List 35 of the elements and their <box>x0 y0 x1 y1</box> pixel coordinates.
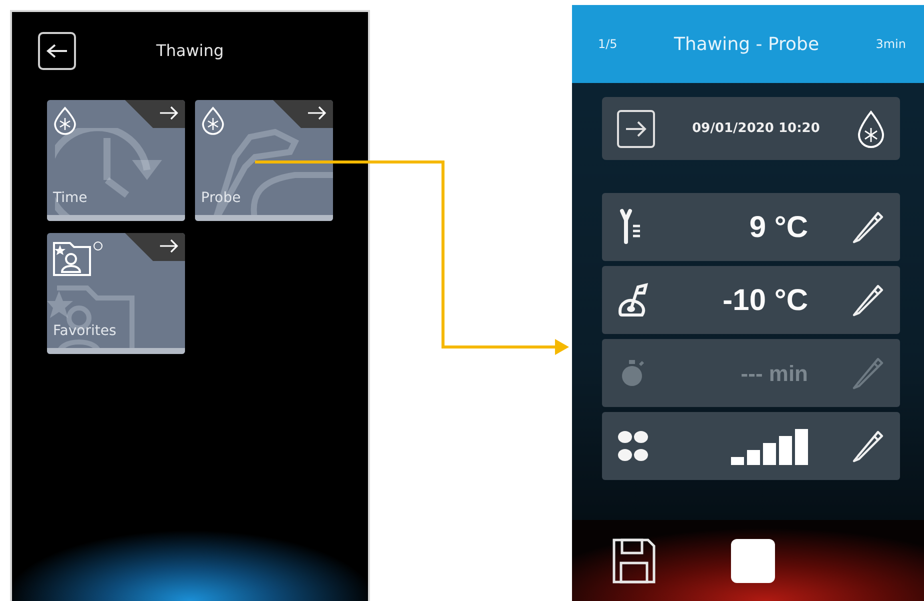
menu-tile[interactable]: Time <box>47 100 185 221</box>
back-button[interactable] <box>38 32 76 70</box>
start-delay-button[interactable] <box>616 108 656 148</box>
pencil-icon <box>850 355 886 391</box>
arrow-right-icon <box>307 106 327 120</box>
duration-text: 3min <box>876 36 906 53</box>
edit-button[interactable] <box>850 282 886 318</box>
program-title: Thawing - Probe <box>674 32 820 56</box>
menu-tile[interactable]: Favorites <box>47 233 185 354</box>
folder-person-icon <box>52 239 104 277</box>
arrow-right-icon <box>159 106 179 120</box>
setting-value: -10 °C <box>722 282 809 318</box>
pencil-icon <box>850 282 886 318</box>
setting-value: 9 °C <box>748 210 809 246</box>
stop-button[interactable] <box>731 538 775 582</box>
start-time-text: 09/01/2020 10:20 <box>691 120 821 138</box>
probe-in-food-icon <box>616 281 650 319</box>
snowflake-drop-icon <box>856 108 886 148</box>
back-arrow-icon <box>46 43 68 59</box>
menu-tile[interactable]: Probe <box>195 100 333 221</box>
tile-corner <box>273 100 333 128</box>
snowflake-drop-icon <box>52 106 78 136</box>
tile-corner <box>125 233 185 261</box>
arrow-right-icon <box>616 108 656 148</box>
edit-button[interactable] <box>850 209 886 245</box>
pencil-icon <box>850 209 886 245</box>
edit-button[interactable] <box>850 428 886 464</box>
screen-title: Thawing <box>155 40 225 62</box>
pencil-icon <box>850 428 886 464</box>
step-counter: 1/5 <box>598 36 618 53</box>
setting-value: --- min <box>740 360 809 388</box>
tile-corner <box>125 100 185 128</box>
save-button[interactable] <box>612 538 656 584</box>
arrow-right-icon <box>159 239 179 253</box>
snowflake-drop-icon <box>200 106 226 136</box>
